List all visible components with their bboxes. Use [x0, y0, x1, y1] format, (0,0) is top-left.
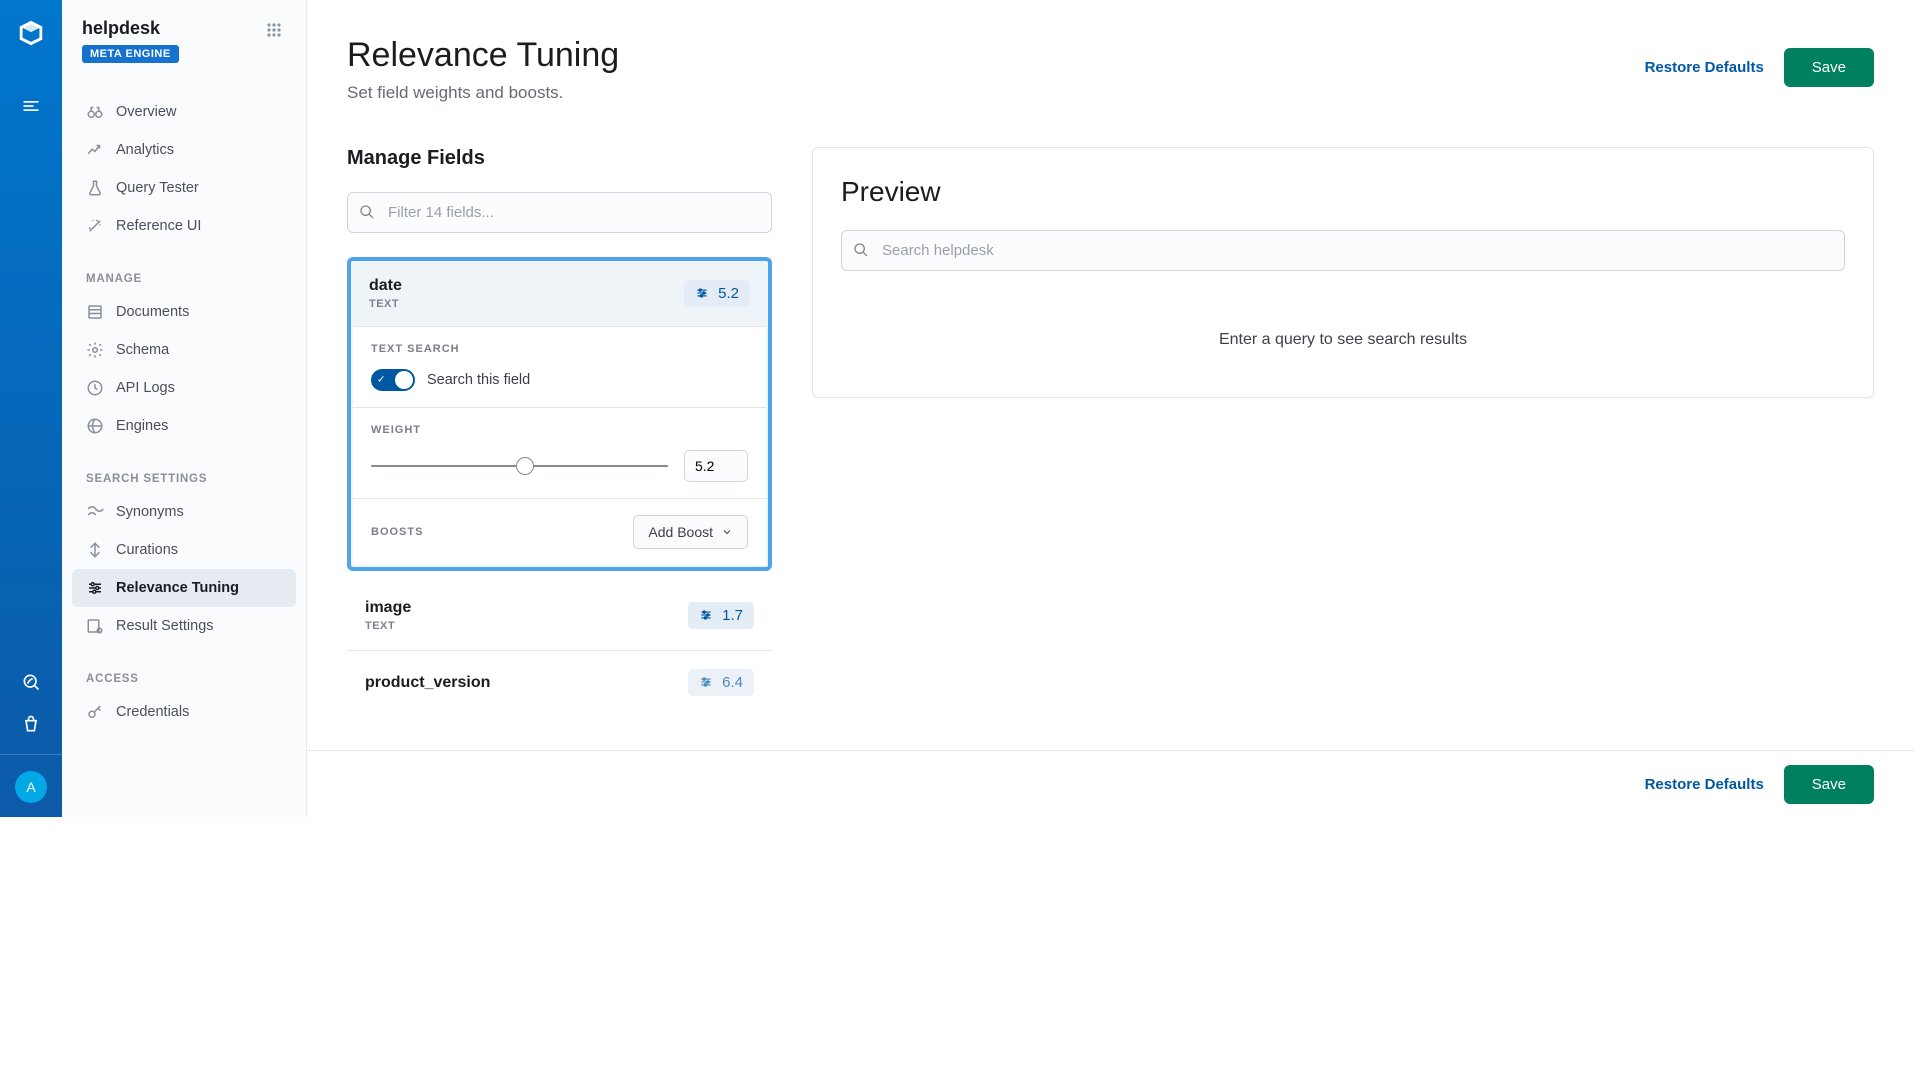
sidebar-item-label: Result Settings	[116, 618, 214, 634]
chart-icon	[86, 141, 104, 159]
weight-label: WEIGHT	[371, 424, 748, 436]
sidebar-item-documents[interactable]: Documents	[72, 293, 296, 331]
sidebar-item-label: Reference UI	[116, 218, 201, 234]
sidebar-item-api-logs[interactable]: API Logs	[72, 369, 296, 407]
meta-engine-badge: META ENGINE	[82, 45, 179, 63]
restore-defaults-button[interactable]: Restore Defaults	[1641, 51, 1768, 84]
weight-value: 5.2	[718, 285, 739, 302]
field-name: product_version	[365, 674, 490, 692]
sliders-icon	[699, 675, 714, 690]
clock-icon	[86, 379, 104, 397]
binoculars-icon	[86, 103, 104, 121]
menu-icon[interactable]	[19, 94, 43, 118]
weight-slider[interactable]	[371, 465, 668, 467]
sidebar-item-label: Query Tester	[116, 180, 199, 196]
app-rail: A	[0, 0, 62, 817]
weight-value: 6.4	[722, 674, 743, 691]
key-icon	[86, 703, 104, 721]
preview-panel: Preview Enter a query to see search resu…	[812, 147, 1874, 398]
weight-badge: 1.7	[688, 602, 754, 629]
weight-input[interactable]	[684, 450, 748, 482]
sidebar-item-synonyms[interactable]: Synonyms	[72, 493, 296, 531]
sidebar-item-label: Overview	[116, 104, 176, 120]
field-card-expanded: date TEXT 5.2 TEXT SEARCH	[347, 257, 772, 571]
sidebar-item-relevance-tuning[interactable]: Relevance Tuning	[72, 569, 296, 607]
sidebar-item-label: API Logs	[116, 380, 175, 396]
sidebar-item-reference-ui[interactable]: Reference UI	[72, 207, 296, 245]
sidebar-item-query-tester[interactable]: Query Tester	[72, 169, 296, 207]
sidebar-item-overview[interactable]: Overview	[72, 93, 296, 131]
engines-icon	[86, 417, 104, 435]
engine-sidebar: helpdesk META ENGINE Overview Analytics …	[62, 0, 307, 817]
result-settings-icon	[86, 617, 104, 635]
search-icon	[853, 242, 871, 260]
weight-badge: 6.4	[688, 669, 754, 696]
filter-fields-input[interactable]	[347, 192, 772, 233]
sidebar-item-label: Engines	[116, 418, 168, 434]
add-boost-label: Add Boost	[648, 524, 713, 540]
sidebar-item-label: Documents	[116, 304, 189, 320]
chevron-down-icon	[721, 526, 733, 538]
sidebar-item-label: Curations	[116, 542, 178, 558]
beaker-icon	[86, 179, 104, 197]
sidebar-item-label: Analytics	[116, 142, 174, 158]
field-item[interactable]: product_version 6.4	[347, 651, 772, 702]
gear-icon	[86, 341, 104, 359]
field-name: image	[365, 599, 411, 617]
documents-icon	[86, 303, 104, 321]
search-field-toggle[interactable]: ✓	[371, 369, 415, 391]
section-label-manage: MANAGE	[72, 265, 296, 293]
sidebar-item-result-settings[interactable]: Result Settings	[72, 607, 296, 645]
footer-actions: Restore Defaults Save	[307, 750, 1914, 817]
sidebar-item-label: Relevance Tuning	[116, 580, 239, 596]
section-label-search-settings: SEARCH SETTINGS	[72, 465, 296, 493]
user-avatar[interactable]: A	[15, 771, 47, 803]
page-title: Relevance Tuning	[347, 36, 619, 75]
field-type: TEXT	[365, 620, 411, 632]
search-field-toggle-label: Search this field	[427, 372, 530, 388]
sidebar-item-schema[interactable]: Schema	[72, 331, 296, 369]
section-label-access: ACCESS	[72, 665, 296, 693]
manage-fields-title: Manage Fields	[347, 147, 772, 170]
discover-icon[interactable]	[19, 670, 43, 694]
sidebar-item-analytics[interactable]: Analytics	[72, 131, 296, 169]
preview-empty-text: Enter a query to see search results	[841, 331, 1845, 369]
search-icon	[359, 204, 377, 222]
restore-defaults-button-footer[interactable]: Restore Defaults	[1641, 768, 1768, 801]
apps-grid-icon[interactable]	[266, 22, 284, 40]
boosts-label: BOOSTS	[371, 526, 423, 538]
sidebar-item-label: Credentials	[116, 704, 189, 720]
weight-value: 1.7	[722, 607, 743, 624]
field-item[interactable]: image TEXT 1.7	[347, 581, 772, 651]
field-name: date	[369, 277, 402, 295]
synonyms-icon	[86, 503, 104, 521]
check-icon: ✓	[377, 375, 385, 386]
sidebar-item-engines[interactable]: Engines	[72, 407, 296, 445]
weight-badge: 5.2	[684, 280, 750, 307]
wand-icon	[86, 217, 104, 235]
sliders-icon	[699, 608, 714, 623]
main-content: Relevance Tuning Set field weights and b…	[307, 0, 1914, 817]
sidebar-item-label: Schema	[116, 342, 169, 358]
save-button[interactable]: Save	[1784, 48, 1874, 87]
sliders-icon	[695, 286, 710, 301]
page-subtitle: Set field weights and boosts.	[347, 83, 619, 103]
product-logo	[16, 18, 46, 48]
avatar-letter: A	[26, 779, 35, 795]
sidebar-item-credentials[interactable]: Credentials	[72, 693, 296, 731]
engine-name: helpdesk	[82, 18, 179, 39]
filter-fields-wrapper	[347, 192, 772, 233]
crawl-icon[interactable]	[19, 712, 43, 736]
preview-title: Preview	[841, 176, 1845, 208]
sliders-icon	[86, 579, 104, 597]
sidebar-item-label: Synonyms	[116, 504, 184, 520]
curations-icon	[86, 541, 104, 559]
text-search-label: TEXT SEARCH	[371, 343, 748, 355]
preview-search-input[interactable]	[841, 230, 1845, 271]
field-type: TEXT	[369, 298, 402, 310]
add-boost-button[interactable]: Add Boost	[633, 515, 748, 549]
field-header[interactable]: date TEXT 5.2	[351, 261, 768, 326]
sidebar-item-curations[interactable]: Curations	[72, 531, 296, 569]
save-button-footer[interactable]: Save	[1784, 765, 1874, 804]
